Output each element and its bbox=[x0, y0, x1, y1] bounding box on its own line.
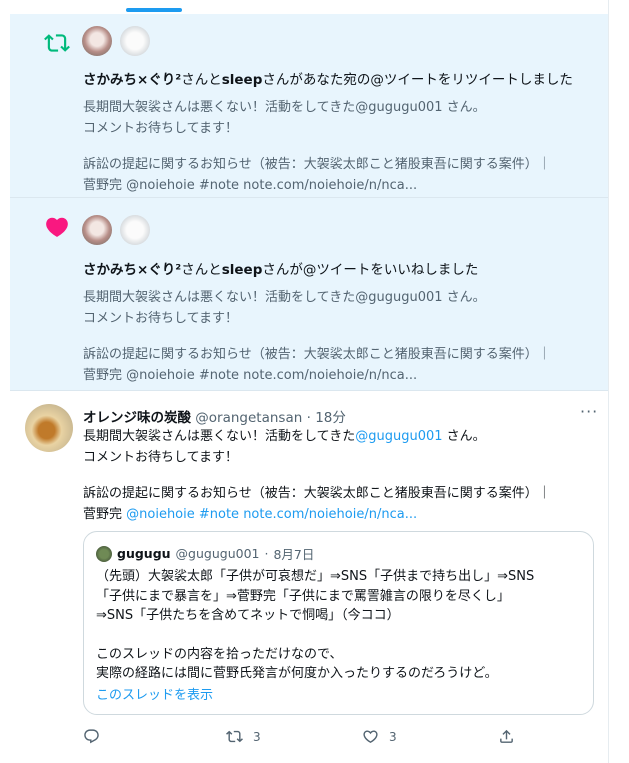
like-button[interactable]: 3 bbox=[362, 728, 397, 745]
quoted-tweet[interactable]: gugugu @gugugu001 · 8月7日 （先頭）大袈裟太郎「子供が可哀… bbox=[83, 531, 594, 715]
tweet-header: オレンジ味の炭酸 @orangetansan · 18分 bbox=[83, 410, 346, 426]
avatar[interactable] bbox=[25, 404, 73, 452]
heart-icon bbox=[363, 730, 378, 743]
avatar bbox=[96, 545, 112, 562]
retweet-count: 3 bbox=[253, 729, 261, 744]
tweet-time[interactable]: 18分 bbox=[315, 410, 346, 426]
user-name[interactable]: オレンジ味の炭酸 bbox=[83, 410, 191, 426]
avatar[interactable] bbox=[82, 215, 112, 245]
more-icon[interactable]: ··· bbox=[580, 402, 598, 421]
retweet-icon bbox=[44, 34, 70, 52]
notifications-page: さかみち×ぐり²さんとsleepさんがあなた宛の@ツイートをリツイートしました … bbox=[0, 0, 629, 763]
tweet[interactable]: オレンジ味の炭酸 @orangetansan · 18分 ··· 長期間大袈裟さ… bbox=[10, 392, 608, 763]
notification-tweet-text: 長期間大袈裟さんは悪くない！活動をしてきた@gugugu001 さん。 コメント… bbox=[83, 290, 551, 383]
user-name[interactable]: さかみち×ぐり² bbox=[83, 72, 181, 88]
notification-title: さかみち×ぐり²さんとsleepさんが@ツイートをいいねしました bbox=[83, 262, 479, 278]
retweet-icon bbox=[226, 730, 243, 743]
show-thread-link[interactable]: このスレッドを表示 bbox=[96, 684, 213, 703]
avatar[interactable] bbox=[82, 26, 112, 56]
share-button[interactable] bbox=[498, 728, 515, 745]
avatar[interactable] bbox=[120, 215, 150, 245]
user-name[interactable]: さかみち×ぐり² bbox=[83, 262, 181, 278]
user-name: gugugu bbox=[117, 546, 171, 561]
like-count: 3 bbox=[389, 729, 397, 744]
notification-title: さかみち×ぐり²さんとsleepさんがあなた宛の@ツイートをリツイートしました bbox=[83, 72, 573, 88]
tweet-date: 8月7日 bbox=[273, 547, 315, 562]
column-border bbox=[608, 0, 609, 763]
reply-icon bbox=[84, 729, 99, 744]
notification-like[interactable]: さかみち×ぐり²さんとsleepさんが@ツイートをいいねしました 長期間大袈裟さ… bbox=[10, 198, 608, 391]
user-name[interactable]: sleep bbox=[222, 262, 263, 278]
quoted-tweet-text: （先頭）大袈裟太郎「子供が可哀想だ」⇒SNS「子供まで持ち出し」⇒SNS 「子供… bbox=[96, 569, 535, 681]
active-tab-indicator bbox=[126, 8, 182, 12]
quoted-tweet-header: gugugu @gugugu001 · 8月7日 bbox=[96, 544, 314, 563]
user-handle: @gugugu001 bbox=[175, 546, 260, 561]
reply-button[interactable] bbox=[83, 728, 110, 745]
avatar[interactable] bbox=[120, 26, 150, 56]
tweet-link[interactable]: @noiehoie #note note.com/noiehoie/n/nca.… bbox=[126, 507, 417, 522]
notification-avatars bbox=[82, 215, 150, 245]
tweet-text: 長期間大袈裟さんは悪くない！活動をしてきた@gugugu001 さん。 コメント… bbox=[83, 429, 551, 522]
retweet-button[interactable]: 3 bbox=[226, 728, 261, 745]
notification-retweet[interactable]: さかみち×ぐり²さんとsleepさんがあなた宛の@ツイートをリツイートしました … bbox=[10, 14, 608, 198]
heart-icon bbox=[46, 217, 68, 237]
share-icon bbox=[500, 729, 513, 743]
notification-tweet-text: 長期間大袈裟さんは悪くない！活動をしてきた@gugugu001 さん。 コメント… bbox=[83, 100, 551, 193]
mention-link[interactable]: @gugugu001 bbox=[355, 429, 442, 444]
tweet-actions: 3 3 bbox=[83, 728, 513, 752]
user-handle[interactable]: @orangetansan bbox=[195, 410, 302, 426]
notification-avatars bbox=[82, 26, 150, 56]
user-name[interactable]: sleep bbox=[222, 72, 263, 88]
